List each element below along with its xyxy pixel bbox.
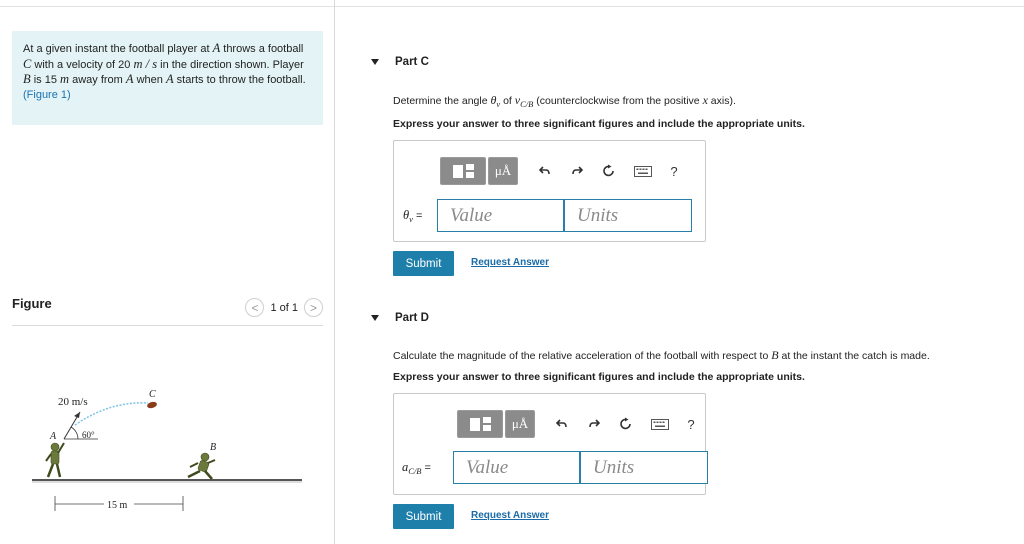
velocity-label: 20 m/s [58,396,88,408]
keyboard-button[interactable] [647,410,673,438]
undo-button[interactable] [532,157,558,185]
figure-link[interactable]: (Figure 1) [23,89,71,101]
part-c-request-answer-link[interactable]: Request Answer [471,257,549,268]
part-d: Part D Calculate the magnitude of the re… [360,308,1024,529]
redo-icon [589,419,600,428]
football-figure: 20 m/s 60° A B C 15 m [32,389,302,511]
figure-header: Figure < 1 of 1 > [12,296,323,326]
part-d-answer-label: aC/B = [402,460,431,477]
part-c-title: Part C [395,56,429,68]
part-d-value-input[interactable] [453,451,580,484]
part-d-request-answer-link[interactable]: Request Answer [471,510,549,521]
part-d-submit-button[interactable]: Submit [393,504,454,529]
previous-figure-button[interactable]: < [245,298,265,317]
problem-text: At a given instant the football player a… [23,41,306,87]
redo-button[interactable] [564,157,590,185]
part-d-instruction: Express your answer to three significant… [393,371,805,383]
football [147,401,157,409]
point-c-label: C [149,389,156,400]
next-figure-button[interactable]: > [304,298,323,317]
part-c-question: Determine the angle θv of vC/B (counterc… [393,93,736,110]
help-button[interactable]: ? [662,157,686,185]
player-b-figure [187,452,216,480]
template-icon [452,164,463,178]
reset-button[interactable] [613,410,639,438]
part-c-answer-label: θv = [403,208,423,225]
reset-icon [620,417,631,430]
part-c-toolbar: μÅ ? [440,154,686,188]
distance-label: 15 m [107,500,128,511]
part-d-header[interactable]: Part D [360,308,1024,328]
help-button[interactable]: ? [679,410,703,438]
part-c-submit-button[interactable]: Submit [393,251,454,276]
figure-title: Figure [12,296,52,311]
part-c: Part C Determine the angle θv of vC/B (c… [360,52,1024,276]
undo-icon [556,419,567,428]
keyboard-icon [651,418,669,430]
redo-button[interactable] [581,410,607,438]
figure-pager: < 1 of 1 > [245,298,323,317]
angle-label: 60° [82,430,95,440]
help-icon: ? [687,416,695,432]
keyboard-button[interactable] [630,157,656,185]
template-button[interactable] [457,410,503,438]
reset-icon [603,164,614,177]
part-d-toolbar: μÅ ? [457,407,703,441]
redo-icon [572,166,583,175]
part-c-value-input[interactable] [437,199,564,232]
undo-button[interactable] [549,410,575,438]
pager-count: 1 of 1 [270,301,298,314]
part-c-answer-box: μÅ ? θv = [393,140,706,242]
units-symbol-button[interactable]: μÅ [505,410,535,438]
part-d-answer-box: μÅ ? aC/B = [393,393,708,495]
point-a-label: A [49,431,57,442]
part-c-instruction: Express your answer to three significant… [393,118,805,130]
template-button[interactable] [440,157,486,185]
part-d-title: Part D [395,312,429,324]
help-icon: ? [670,163,678,179]
undo-icon [539,166,550,175]
part-c-header[interactable]: Part C [360,52,1024,72]
reset-button[interactable] [596,157,622,185]
chevron-left-icon: < [251,300,259,315]
problem-pane: At a given instant the football player a… [0,0,335,544]
player-a-figure [45,442,65,478]
keyboard-icon [634,165,652,177]
point-b-label: B [210,442,216,453]
template-icon [469,417,480,431]
chevron-right-icon: > [309,300,317,315]
units-symbol-button[interactable]: μÅ [488,157,518,185]
part-c-units-input[interactable] [564,199,692,232]
caret-down-icon[interactable] [371,315,379,321]
part-d-units-input[interactable] [580,451,708,484]
angle-arc [70,426,79,440]
problem-statement: At a given instant the football player a… [12,31,323,125]
caret-down-icon[interactable] [371,59,379,65]
part-d-question: Calculate the magnitude of the relative … [393,348,930,362]
